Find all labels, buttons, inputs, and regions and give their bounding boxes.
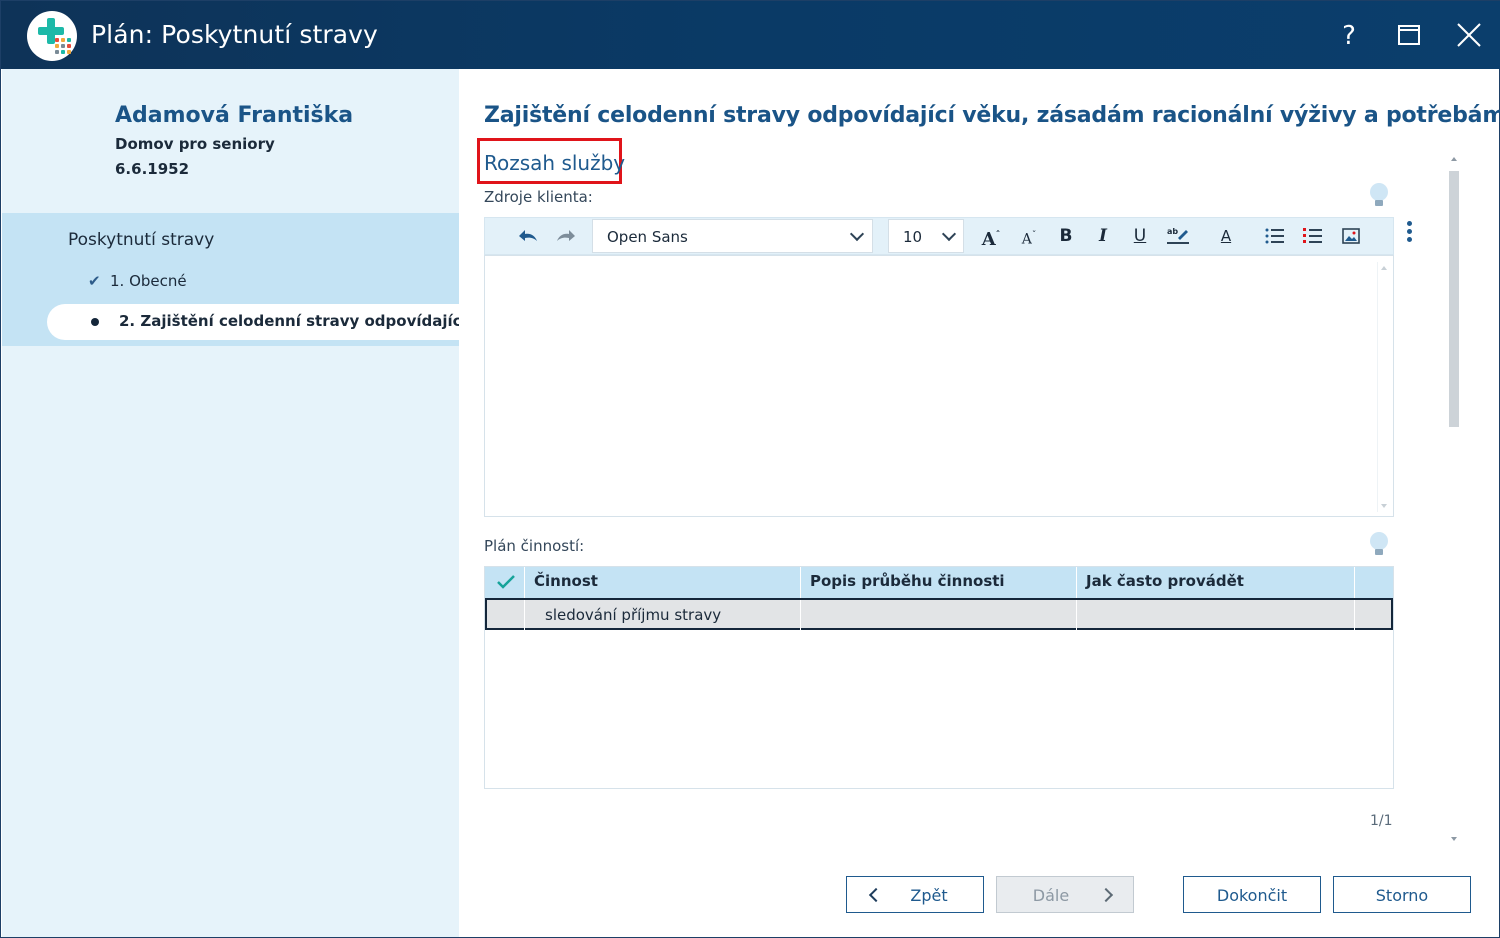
column-header-frequency[interactable]: Jak často provádět: [1086, 572, 1244, 590]
underline-icon: U: [1133, 226, 1147, 246]
active-bullet-icon: [91, 318, 99, 326]
close-button[interactable]: [1449, 15, 1489, 55]
undo-button[interactable]: [515, 218, 541, 254]
column-header-activity[interactable]: Činnost: [534, 572, 598, 590]
cancel-button[interactable]: Storno: [1333, 876, 1471, 913]
help-button[interactable]: ?: [1329, 15, 1369, 55]
more-options-icon[interactable]: [1407, 221, 1413, 245]
bold-button[interactable]: B: [1055, 218, 1077, 254]
italic-icon: I: [1099, 226, 1107, 246]
section-title: Rozsah služby: [484, 151, 626, 175]
main-scrollbar[interactable]: [1446, 151, 1462, 849]
patient-name: Adamová Františka: [115, 103, 354, 128]
editor-scrollbar[interactable]: [1377, 262, 1389, 512]
table-row[interactable]: sledování příjmu stravy: [485, 598, 1393, 630]
bullet-list-button[interactable]: [1263, 218, 1287, 254]
numbered-list-icon: [1303, 228, 1322, 243]
font-family-select[interactable]: Open Sans: [592, 219, 873, 253]
hint-bulb-icon[interactable]: [1370, 183, 1388, 209]
nav-item-label: 1. Obecné: [110, 272, 187, 290]
resources-label: Zdroje klienta:: [484, 188, 593, 206]
window-title: Plán: Poskytnutí stravy: [91, 20, 378, 49]
font-color-button[interactable]: A: [1213, 218, 1239, 254]
left-panel: Adamová Františka Domov pro seniory 6.6.…: [2, 69, 459, 937]
grow-font-button[interactable]: Aˆ: [979, 218, 1003, 254]
patient-facility: Domov pro seniory: [115, 135, 275, 153]
scrollbar-thumb[interactable]: [1449, 171, 1459, 427]
nav-item-label: 2. Zajištění celodenní stravy odpovídají…: [119, 312, 459, 330]
shrink-font-icon: A: [1021, 231, 1032, 248]
nav-title: Poskytnutí stravy: [68, 230, 215, 250]
redo-icon: [557, 230, 575, 241]
font-size-value: 10: [903, 228, 923, 246]
maximize-icon: [1398, 25, 1420, 45]
back-button-label: Zpět: [910, 886, 948, 905]
highlight-button[interactable]: ab: [1165, 218, 1191, 254]
hint-bulb-icon[interactable]: [1370, 532, 1388, 558]
cancel-button-label: Storno: [1375, 886, 1429, 905]
highlight-pen-icon: ab: [1167, 227, 1189, 244]
client-resources-editor[interactable]: [484, 255, 1394, 517]
activities-label: Plán činností:: [484, 537, 585, 555]
checkmark-icon: ✔: [88, 272, 101, 290]
table-header: Činnost Popis průběhu činnosti Jak často…: [485, 567, 1393, 630]
redo-button[interactable]: [553, 218, 579, 254]
bullet-list-icon: [1265, 228, 1284, 244]
font-color-icon: A: [1220, 227, 1232, 245]
nav-item-food-provision[interactable]: 2. Zajištění celodenní stravy odpovídají…: [47, 304, 459, 340]
grow-font-icon: A: [981, 229, 996, 250]
plan-navigation: Poskytnutí stravy ✔ 1. Obecné 2. Zajištěn…: [2, 213, 459, 346]
finish-button-label: Dokončit: [1216, 886, 1288, 905]
image-icon: [1342, 228, 1360, 244]
check-all-icon[interactable]: [496, 574, 516, 590]
svg-text:ab: ab: [1167, 227, 1178, 236]
editor-toolbar: Open Sans 10 Aˆ Aˇ B I U ab A: [484, 217, 1394, 255]
app-logo-icon: [27, 11, 77, 61]
underline-button[interactable]: U: [1129, 218, 1151, 254]
title-bar: Plán: Poskytnutí stravy ?: [1, 1, 1500, 69]
bold-icon: B: [1059, 226, 1073, 246]
insert-image-button[interactable]: [1339, 218, 1363, 254]
maximize-button[interactable]: [1389, 15, 1429, 55]
nav-item-general[interactable]: ✔ 1. Obecné: [88, 272, 187, 290]
back-button[interactable]: Zpět: [846, 876, 984, 913]
pager-text: 1/1: [1370, 813, 1393, 829]
chevron-down-icon: [941, 226, 957, 242]
cell-activity: sledování příjmu stravy: [545, 606, 722, 624]
undo-icon: [519, 230, 537, 241]
patient-birth-date: 6.6.1952: [115, 160, 190, 178]
shrink-font-button[interactable]: Aˇ: [1018, 218, 1040, 254]
help-icon: ?: [1342, 21, 1356, 51]
numbered-list-button[interactable]: [1301, 218, 1325, 254]
column-header-description[interactable]: Popis průběhu činnosti: [810, 572, 1005, 590]
next-button[interactable]: Dále: [996, 876, 1134, 913]
font-family-value: Open Sans: [607, 228, 688, 246]
chevron-down-icon: [849, 226, 865, 242]
activities-table: Činnost Popis průběhu činnosti Jak často…: [484, 566, 1394, 789]
dialog-window: Plán: Poskytnutí stravy ? Adamová Franti…: [0, 0, 1500, 938]
finish-button[interactable]: Dokončit: [1183, 876, 1321, 913]
page-title: Zajištění celodenní stravy odpovídající …: [484, 103, 1500, 128]
close-icon: [1457, 23, 1481, 47]
font-size-select[interactable]: 10: [888, 219, 964, 253]
italic-button[interactable]: I: [1092, 218, 1114, 254]
